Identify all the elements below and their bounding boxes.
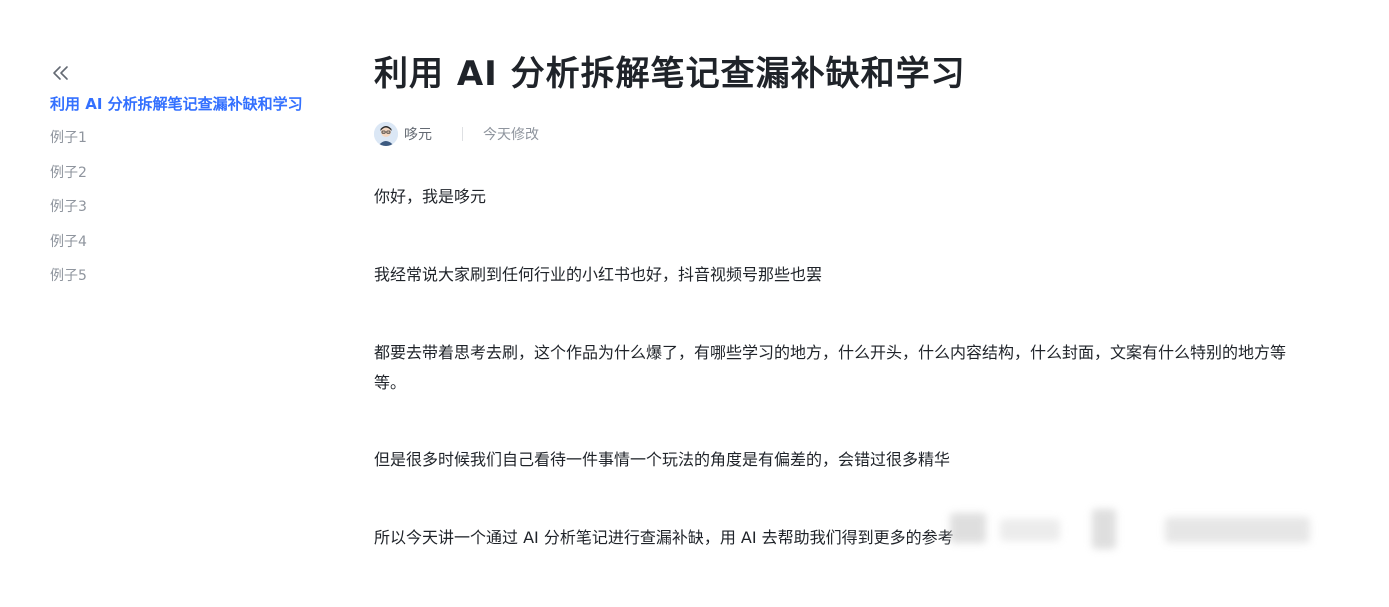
paragraph: 你好，我是哆元 <box>374 187 487 206</box>
paragraph: 但是很多时候我们自己看待一件事情一个玩法的角度是有偏差的，会错过很多精华 <box>374 450 951 469</box>
avatar[interactable] <box>374 122 398 146</box>
table-of-contents: 利用 AI 分析拆解笔记查漏补缺和学习 例子1 例子2 例子3 例子4 例子5 <box>50 62 310 301</box>
meta-divider <box>462 127 463 141</box>
blurred-watermark <box>920 505 1320 555</box>
document-page: 利用 AI 分析拆解笔记查漏补缺和学习 例子1 例子2 例子3 例子4 例子5 … <box>0 0 1389 607</box>
toc-list: 利用 AI 分析拆解笔记查漏补缺和学习 例子1 例子2 例子3 例子4 例子5 <box>50 94 310 286</box>
toc-item-example-4[interactable]: 例子4 <box>50 232 310 252</box>
document-body: 你好，我是哆元 我经常说大家刷到任何行业的小红书也好，抖音视频号那些也罢 都要去… <box>374 182 1294 553</box>
double-chevron-left-icon[interactable] <box>50 62 74 86</box>
toc-item-example-2[interactable]: 例子2 <box>50 163 310 183</box>
author-name[interactable]: 哆元 <box>404 124 432 144</box>
toc-item-example-5[interactable]: 例子5 <box>50 266 310 286</box>
toc-item-example-1[interactable]: 例子1 <box>50 128 310 148</box>
page-title: 利用 AI 分析拆解笔记查漏补缺和学习 <box>374 54 966 94</box>
paragraph: 都要去带着思考去刷，这个作品为什么爆了，有哪些学习的地方，什么开头，什么内容结构… <box>374 343 1287 392</box>
toc-item-title[interactable]: 利用 AI 分析拆解笔记查漏补缺和学习 <box>50 94 310 114</box>
document-content: 利用 AI 分析拆解笔记查漏补缺和学习 哆元 今天修改 你好，我是哆元 我经常说… <box>374 48 1294 553</box>
modified-time: 今天修改 <box>483 127 539 143</box>
paragraph: 我经常说大家刷到任何行业的小红书也好，抖音视频号那些也罢 <box>374 265 823 284</box>
document-meta: 哆元 今天修改 <box>374 120 1294 148</box>
toc-item-example-3[interactable]: 例子3 <box>50 197 310 217</box>
